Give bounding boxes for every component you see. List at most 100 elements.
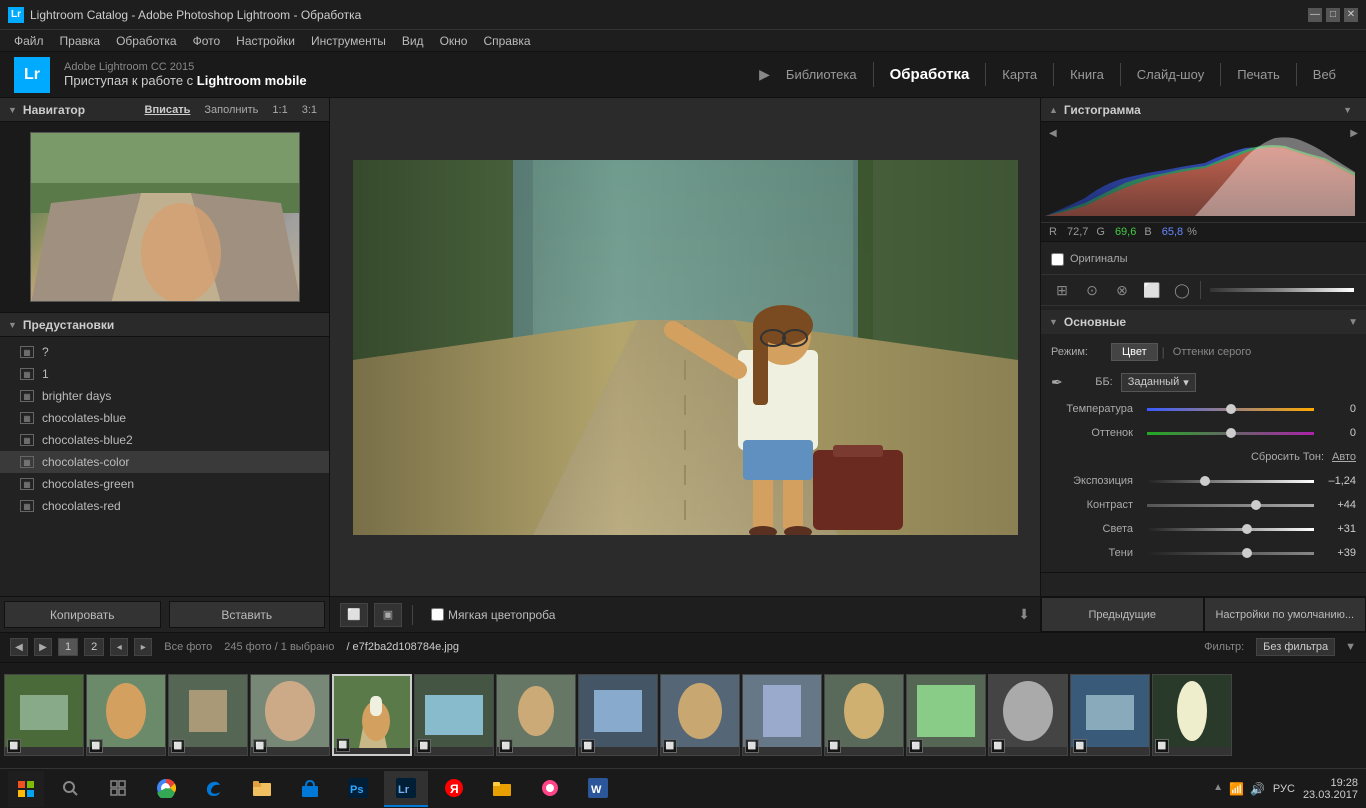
taskbar-taskview[interactable] xyxy=(96,771,140,807)
taskbar-app2[interactable] xyxy=(528,771,572,807)
photo-area[interactable] xyxy=(330,98,1040,596)
film-thumb-7[interactable]: ⬜ xyxy=(496,674,576,756)
crop-overlay-tool[interactable]: ⊞ xyxy=(1047,277,1077,303)
taskbar-explorer[interactable] xyxy=(240,771,284,807)
preset-item-choc-red[interactable]: chocolates-red xyxy=(0,495,329,517)
copy-button[interactable]: Копировать xyxy=(4,601,161,628)
soft-proof-label[interactable]: Мягкая цветопроба xyxy=(448,608,555,622)
grad-filter-tool[interactable]: ⬜ xyxy=(1137,277,1167,303)
film-thumb-12[interactable]: ⬜ xyxy=(906,674,986,756)
film-thumb-10[interactable]: ⬜ xyxy=(742,674,822,756)
module-map[interactable]: Карта xyxy=(985,63,1053,86)
taskbar-clock[interactable]: 19:28 23.03.2017 xyxy=(1303,777,1358,801)
lights-slider[interactable] xyxy=(1147,528,1314,531)
navigator-preview[interactable] xyxy=(0,122,329,312)
zoom-fit[interactable]: Вписать xyxy=(141,103,195,117)
module-book[interactable]: Книга xyxy=(1053,63,1120,86)
temperature-slider[interactable] xyxy=(1147,408,1314,411)
soft-proof-checkbox[interactable] xyxy=(431,608,444,621)
menu-edit[interactable]: Правка xyxy=(52,32,109,50)
hist-ctrl-left[interactable]: ◀ xyxy=(1049,128,1057,139)
wb-dropdown[interactable]: Заданный ▾ xyxy=(1121,373,1196,392)
zoom-3-1[interactable]: 3:1 xyxy=(298,103,321,117)
preset-item-1[interactable]: 1 xyxy=(0,363,329,385)
shadows-thumb[interactable] xyxy=(1242,548,1252,558)
menu-view[interactable]: Вид xyxy=(394,32,432,50)
shadows-slider[interactable] xyxy=(1147,552,1314,555)
menu-window[interactable]: Окно xyxy=(432,32,476,50)
menu-develop[interactable]: Обработка xyxy=(108,32,185,50)
film-thumb-1[interactable]: ⬜ xyxy=(4,674,84,756)
tint-thumb[interactable] xyxy=(1226,428,1236,438)
nav-left-btn[interactable]: ◀ xyxy=(10,638,28,656)
originals-label[interactable]: Оригиналы xyxy=(1070,253,1128,265)
taskbar-lr[interactable]: Lr xyxy=(384,771,428,807)
defaults-button[interactable]: Настройки по умолчанию... xyxy=(1204,597,1366,632)
start-button[interactable] xyxy=(8,771,44,807)
previous-button[interactable]: Предыдущие xyxy=(1041,597,1204,632)
film-thumb-2[interactable]: ⬜ xyxy=(86,674,166,756)
temperature-thumb[interactable] xyxy=(1226,404,1236,414)
film-thumb-5-active[interactable]: ⬜ xyxy=(332,674,412,756)
crop-tool[interactable]: ⬜ xyxy=(340,603,368,627)
paste-button[interactable]: Вставить xyxy=(169,601,326,628)
taskbar-search[interactable] xyxy=(48,771,92,807)
preset-item-question[interactable]: ? xyxy=(0,341,329,363)
film-thumb-3[interactable]: ⬜ xyxy=(168,674,248,756)
taskbar-arrow-up[interactable]: ▲ xyxy=(1213,782,1223,796)
volume-icon[interactable]: 🔊 xyxy=(1250,782,1265,796)
menu-photo[interactable]: Фото xyxy=(185,32,229,50)
preset-item-brighter[interactable]: brighter days xyxy=(0,385,329,407)
module-slideshow[interactable]: Слайд-шоу xyxy=(1120,63,1220,86)
preset-item-choc-green[interactable]: chocolates-green xyxy=(0,473,329,495)
brightness-slider-bar[interactable] xyxy=(1210,288,1354,292)
taskbar-folder[interactable] xyxy=(480,771,524,807)
tint-slider[interactable] xyxy=(1147,432,1314,435)
menu-settings[interactable]: Настройки xyxy=(228,32,303,50)
mode-grayscale-label[interactable]: Оттенки серого xyxy=(1173,346,1251,358)
menu-tools[interactable]: Инструменты xyxy=(303,32,394,50)
preset-item-choc-blue2[interactable]: chocolates-blue2 xyxy=(0,429,329,451)
preset-item-choc-blue[interactable]: chocolates-blue xyxy=(0,407,329,429)
preset-item-choc-color[interactable]: chocolates-color xyxy=(0,451,329,473)
filter-expand[interactable]: ▼ xyxy=(1345,641,1356,653)
film-thumb-8[interactable]: ⬜ xyxy=(578,674,658,756)
zoom-fill[interactable]: Заполнить xyxy=(200,103,262,117)
redeye-tool[interactable]: ⊗ xyxy=(1107,277,1137,303)
maximize-button[interactable]: □ xyxy=(1326,8,1340,22)
network-icon[interactable]: 📶 xyxy=(1229,782,1244,796)
film-thumb-9[interactable]: ⬜ xyxy=(660,674,740,756)
module-library[interactable]: Библиотека xyxy=(770,63,873,86)
module-develop[interactable]: Обработка xyxy=(873,62,986,87)
originals-checkbox[interactable] xyxy=(1051,253,1064,266)
lang-indicator[interactable]: РУС xyxy=(1273,783,1295,795)
zoom-1-1[interactable]: 1:1 xyxy=(268,103,291,117)
exposure-thumb[interactable] xyxy=(1200,476,1210,486)
minimize-button[interactable]: — xyxy=(1308,8,1322,22)
page1-indicator[interactable]: 1 xyxy=(58,638,78,656)
module-print[interactable]: Печать xyxy=(1220,63,1296,86)
contrast-slider[interactable] xyxy=(1147,504,1314,507)
eyedropper-icon[interactable]: ✒ xyxy=(1051,374,1063,391)
frame-tool[interactable]: ▣ xyxy=(374,603,402,627)
film-thumb-14[interactable]: ⬜ xyxy=(1070,674,1150,756)
menu-help[interactable]: Справка xyxy=(475,32,538,50)
taskbar-chrome[interactable] xyxy=(144,771,188,807)
film-thumb-15[interactable]: ⬜ xyxy=(1152,674,1232,756)
film-thumb-6[interactable]: ⬜ xyxy=(414,674,494,756)
taskbar-store[interactable] xyxy=(288,771,332,807)
filter-dropdown[interactable]: Без фильтра xyxy=(1256,638,1335,656)
film-thumb-11[interactable]: ⬜ xyxy=(824,674,904,756)
exposure-slider[interactable] xyxy=(1147,480,1314,483)
taskbar-ps[interactable]: Ps xyxy=(336,771,380,807)
module-web[interactable]: Веб xyxy=(1296,63,1352,86)
taskbar-word[interactable]: W xyxy=(576,771,620,807)
close-button[interactable]: ✕ xyxy=(1344,8,1358,22)
radial-filter-tool[interactable]: ◯ xyxy=(1167,277,1197,303)
spot-removal-tool[interactable]: ⊙ xyxy=(1077,277,1107,303)
menu-file[interactable]: Файл xyxy=(6,32,52,50)
page2-indicator[interactable]: 2 xyxy=(84,638,104,656)
taskbar-yandex[interactable]: Я xyxy=(432,771,476,807)
back-btn[interactable]: ◂ xyxy=(110,638,128,656)
taskbar-edge[interactable] xyxy=(192,771,236,807)
